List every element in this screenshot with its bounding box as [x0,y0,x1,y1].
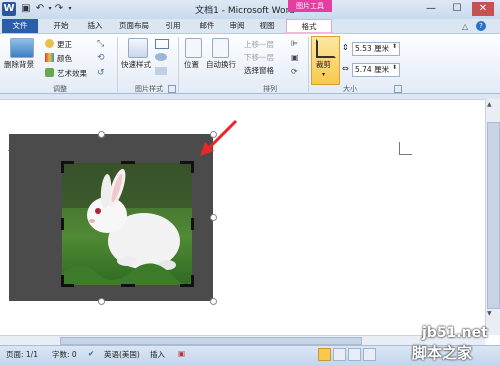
height-icon: ⇕ [342,43,349,52]
position-icon[interactable] [185,38,202,58]
picture-layout-icon[interactable] [155,67,167,75]
word-logo-icon[interactable]: W [2,2,16,16]
size-launcher-icon[interactable] [394,85,402,93]
tab-references[interactable]: 引用 [158,19,188,33]
corrections-icon[interactable] [45,39,54,48]
rotate-icon[interactable]: ⟳ [291,67,298,76]
tab-page-layout[interactable]: 页面布局 [112,19,156,33]
maximize-button[interactable]: ☐ [446,2,468,16]
crop-handle-bottom[interactable] [121,284,135,287]
selection-pane-button[interactable]: 选择窗格 [244,65,274,76]
compress-pictures-icon[interactable]: ⤡ [97,39,104,49]
print-layout-view-icon[interactable] [318,348,331,361]
group-objects-icon[interactable]: ▣ [291,53,299,62]
corrections-button[interactable]: 更正 [57,39,72,50]
word-count[interactable]: 字数: 0 [52,349,77,360]
red-arrow-annotation [200,119,238,156]
group-label-arrange: 排列 [263,85,277,93]
crop-dropdown-icon[interactable]: ▾ [322,71,325,78]
remove-background-icon[interactable] [10,38,34,58]
tab-home[interactable]: 开始 [44,19,78,33]
artistic-effects-button[interactable]: 艺术效果 [57,68,87,79]
remove-background-button[interactable]: 删除背景 [4,59,34,70]
crop-handle-bl[interactable] [61,275,64,287]
save-icon[interactable]: ▣ [20,3,32,15]
quick-styles-icon[interactable] [128,38,148,58]
picture-border-icon[interactable] [155,39,169,49]
close-button[interactable]: ✕ [472,2,494,16]
scroll-up-icon[interactable]: ▲ [487,101,492,108]
tab-insert[interactable]: 插入 [78,19,112,33]
group-label-adjust: 调整 [53,85,67,93]
crop-handle-top[interactable] [121,161,135,164]
color-icon[interactable] [45,53,54,62]
group-separator [308,37,309,92]
resize-handle-br[interactable] [210,298,217,305]
help-icon[interactable]: ? [476,21,486,31]
crop-handle-tr[interactable] [191,161,194,173]
tab-view[interactable]: 视图 [252,19,282,33]
group-label-size: 大小 [343,85,357,93]
wrap-text-icon[interactable] [212,38,229,58]
reset-picture-icon[interactable]: ↺ [97,68,105,78]
proofing-icon[interactable]: ✔ [88,349,94,358]
customize-toolbar-icon[interactable]: ▾ [64,3,76,15]
watermark-cn: 脚本之家 [412,344,473,362]
watermark-site: jb51.net [422,325,488,341]
page-count[interactable]: 页面: 1/1 [6,349,38,360]
vertical-scroll-thumb[interactable] [487,122,500,309]
align-icon[interactable]: ⊫ [291,39,298,48]
width-icon: ⇔ [342,64,349,73]
crop-handle-br[interactable] [191,275,194,287]
change-picture-icon[interactable]: ⟲ [97,53,105,63]
artistic-effects-icon[interactable] [45,68,54,77]
tab-review[interactable]: 审阅 [222,19,252,33]
tab-file[interactable]: 文件 [2,19,38,33]
bring-forward-button[interactable]: 上移一层 [244,39,274,50]
insert-mode-status[interactable]: 插入 [150,349,165,360]
rabbit-picture[interactable] [62,163,192,285]
group-separator [178,37,179,92]
minimize-ribbon-icon[interactable]: △ [462,22,468,31]
wrap-text-button[interactable]: 自动换行 [206,59,236,70]
picture-effects-icon[interactable] [155,53,167,61]
horizontal-scroll-thumb[interactable] [60,337,362,345]
crop-handle-left[interactable] [61,218,64,230]
outline-view-icon[interactable] [363,348,376,361]
send-backward-button[interactable]: 下移一层 [244,52,274,63]
width-stepper-icon[interactable]: ⬍ [392,64,397,71]
picture-styles-launcher-icon[interactable] [168,85,176,93]
macro-record-icon[interactable]: ▣ [178,349,185,358]
resize-handle-bottom[interactable] [98,298,105,305]
crop-button[interactable]: 裁剪 [316,59,331,70]
language-status[interactable]: 英语(美国) [104,349,140,360]
picture-tools-label: 图片工具 [288,0,332,12]
crop-handle-right[interactable] [191,218,194,230]
crop-icon[interactable] [316,39,336,58]
scroll-down-icon[interactable]: ▼ [487,310,492,317]
quick-styles-button[interactable]: 快速样式 [121,59,151,70]
color-button[interactable]: 颜色 [57,53,72,64]
reading-view-icon[interactable] [333,348,346,361]
web-layout-view-icon[interactable] [348,348,361,361]
position-button[interactable]: 位置 [184,59,199,70]
height-stepper-icon[interactable]: ⬍ [392,43,397,50]
resize-handle-top[interactable] [98,131,105,138]
crop-handle-tl[interactable] [61,161,64,173]
minimize-button[interactable]: — [420,2,442,16]
margin-marker-right [399,142,412,155]
resize-handle-right[interactable] [210,214,217,221]
tab-mailings[interactable]: 邮件 [192,19,222,33]
